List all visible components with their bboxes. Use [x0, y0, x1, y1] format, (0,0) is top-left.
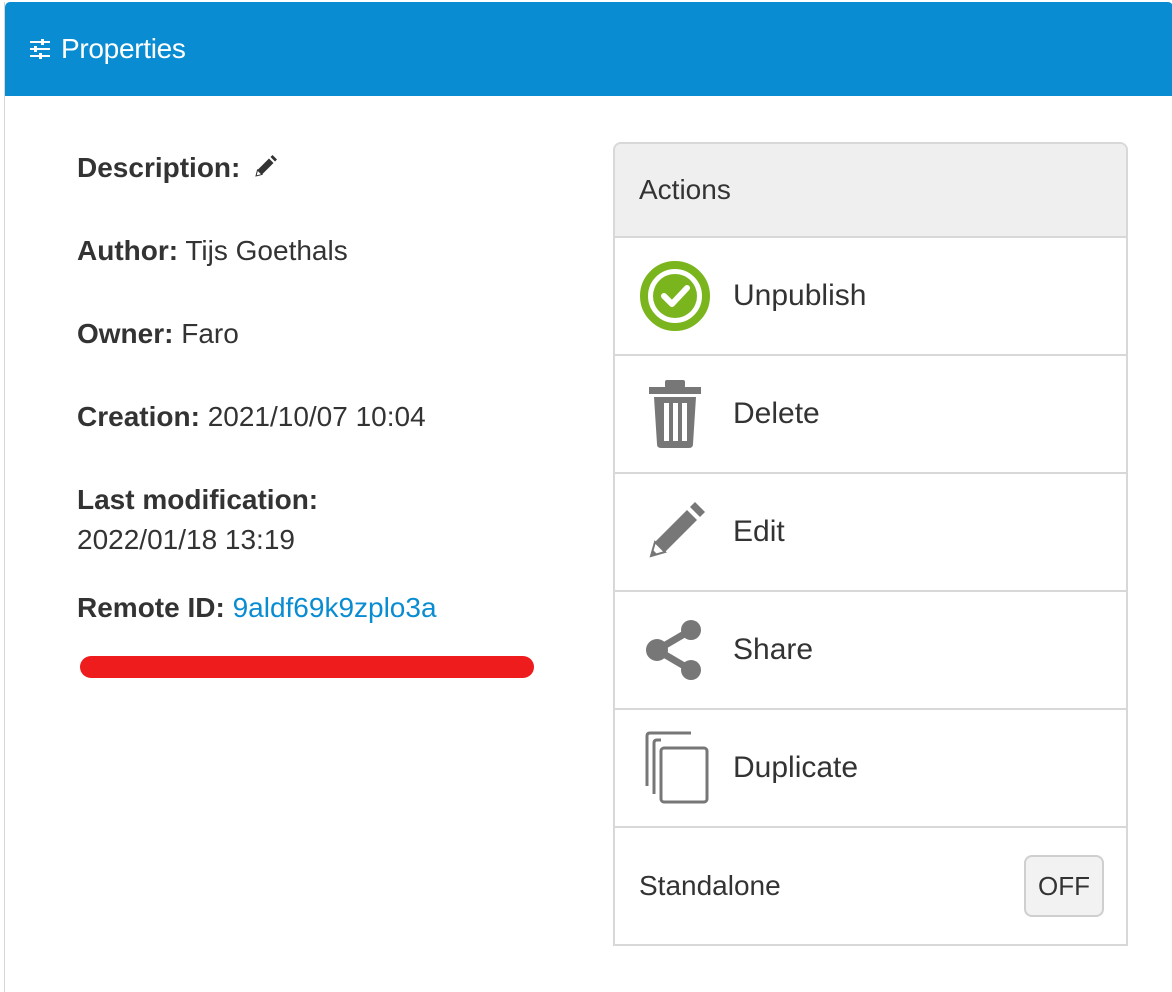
edit-description-pencil-icon[interactable]	[252, 151, 278, 177]
share-button[interactable]: Share	[615, 592, 1126, 710]
trash-icon	[637, 376, 713, 452]
duplicate-button[interactable]: Duplicate	[615, 710, 1126, 828]
last-modification-label: Last modification:	[77, 484, 319, 515]
delete-button[interactable]: Delete	[615, 356, 1126, 474]
author-value: Tijs Goethals	[185, 235, 348, 266]
delete-label: Delete	[733, 397, 820, 430]
sliders-icon	[29, 38, 51, 60]
edit-button[interactable]: Edit	[615, 474, 1126, 592]
panel-header: Properties	[5, 2, 1172, 96]
properties-list: Description: Author: Tijs Goethals Owner…	[77, 148, 577, 671]
remote-id-label: Remote ID:	[77, 592, 225, 623]
author-row: Author: Tijs Goethals	[77, 231, 577, 271]
standalone-toggle[interactable]: OFF	[1024, 855, 1104, 917]
owner-value: Faro	[181, 318, 239, 349]
unpublish-button[interactable]: Unpublish	[615, 238, 1126, 356]
creation-value: 2021/10/07 10:04	[207, 401, 426, 432]
owner-row: Owner: Faro	[77, 314, 577, 354]
creation-row: Creation: 2021/10/07 10:04	[77, 397, 577, 437]
last-modification-value: 2022/01/18 13:19	[77, 524, 295, 555]
panel-title: Properties	[61, 33, 186, 64]
share-label: Share	[733, 633, 814, 666]
pencil-icon	[637, 494, 713, 570]
last-modification-row: Last modification: 2022/01/18 13:19	[77, 480, 577, 560]
edit-label: Edit	[733, 515, 785, 548]
highlight-underline	[80, 656, 534, 678]
owner-label: Owner:	[77, 318, 174, 349]
unpublish-label: Unpublish	[733, 279, 867, 312]
remote-id-row: Remote ID: 9aldf69k9zplo3a	[77, 588, 577, 628]
description-row: Description:	[77, 148, 577, 188]
author-label: Author:	[77, 235, 179, 266]
remote-id-link[interactable]: 9aldf69k9zplo3a	[233, 592, 437, 623]
copy-icon	[637, 730, 713, 806]
standalone-label: Standalone	[639, 870, 781, 901]
check-circle-icon	[637, 258, 713, 334]
share-icon	[637, 612, 713, 688]
creation-label: Creation:	[77, 401, 200, 432]
actions-card: Actions Unpublish Delete Edit Share Dupl…	[613, 142, 1128, 946]
actions-title: Actions	[615, 144, 1126, 238]
description-label: Description:	[77, 152, 241, 183]
duplicate-label: Duplicate	[733, 751, 859, 784]
standalone-row: Standalone OFF	[615, 828, 1126, 944]
